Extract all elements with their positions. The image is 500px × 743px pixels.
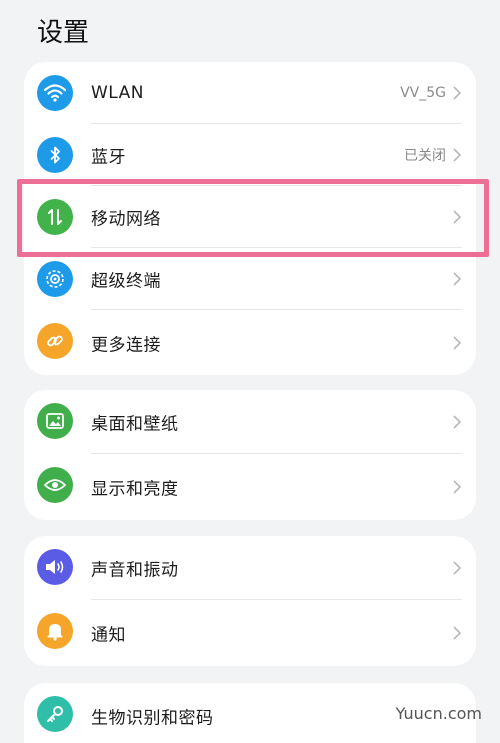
wallpaper-label: 桌面和壁纸 xyxy=(91,414,179,435)
display-label: 显示和亮度 xyxy=(91,479,179,500)
settings-item-wlan[interactable]: WLAN VV_5G xyxy=(24,62,476,124)
wallpaper-icon xyxy=(37,403,73,439)
display-group: 桌面和壁纸 显示和亮度 xyxy=(24,390,476,520)
sound-icon xyxy=(37,549,73,585)
settings-item-bluetooth[interactable]: 蓝牙 已关闭 xyxy=(24,124,476,186)
wlan-value: VV_5G xyxy=(400,85,446,101)
chevron-right-icon xyxy=(453,148,462,162)
chevron-right-icon xyxy=(453,626,462,640)
page-title: 设置 xyxy=(37,18,90,48)
connectivity-group: WLAN VV_5G 蓝牙 已关闭 移动网络 超级终端 更多连接 xyxy=(24,62,476,375)
settings-item-notifications[interactable]: 通知 xyxy=(24,600,476,666)
mobile-data-icon xyxy=(37,199,73,235)
settings-item-super-device[interactable]: 超级终端 xyxy=(24,248,476,310)
bluetooth-label: 蓝牙 xyxy=(91,147,126,168)
biometrics-label: 生物识别和密码 xyxy=(91,708,214,729)
chevron-right-icon xyxy=(453,86,462,100)
chevron-right-icon xyxy=(453,415,462,429)
settings-item-mobile-network[interactable]: 移动网络 xyxy=(24,186,476,248)
chevron-right-icon xyxy=(453,272,462,286)
chevron-right-icon xyxy=(453,210,462,224)
chevron-right-icon xyxy=(453,561,462,575)
bluetooth-value: 已关闭 xyxy=(404,148,446,164)
chevron-right-icon xyxy=(453,335,462,350)
wifi-icon xyxy=(37,75,73,111)
sound-group: 声音和振动 通知 xyxy=(24,536,476,666)
super-device-label: 超级终端 xyxy=(91,271,161,292)
key-icon xyxy=(37,696,73,732)
link-icon xyxy=(37,323,73,359)
settings-item-wallpaper[interactable]: 桌面和壁纸 xyxy=(24,390,476,454)
settings-item-display[interactable]: 显示和亮度 xyxy=(24,454,476,520)
settings-item-sound[interactable]: 声音和振动 xyxy=(24,536,476,600)
chevron-right-icon xyxy=(453,480,462,494)
sound-label: 声音和振动 xyxy=(91,560,179,581)
notifications-label: 通知 xyxy=(91,625,126,646)
more-connections-label: 更多连接 xyxy=(91,335,161,355)
settings-item-more-connections[interactable]: 更多连接 xyxy=(24,310,476,375)
wlan-label: WLAN xyxy=(91,83,145,103)
mobile-network-label: 移动网络 xyxy=(91,209,161,230)
bluetooth-icon xyxy=(37,137,73,173)
watermark: Yuucn.com xyxy=(395,704,482,723)
eye-icon xyxy=(37,467,73,503)
super-device-icon xyxy=(37,261,73,297)
bell-icon xyxy=(37,613,73,649)
